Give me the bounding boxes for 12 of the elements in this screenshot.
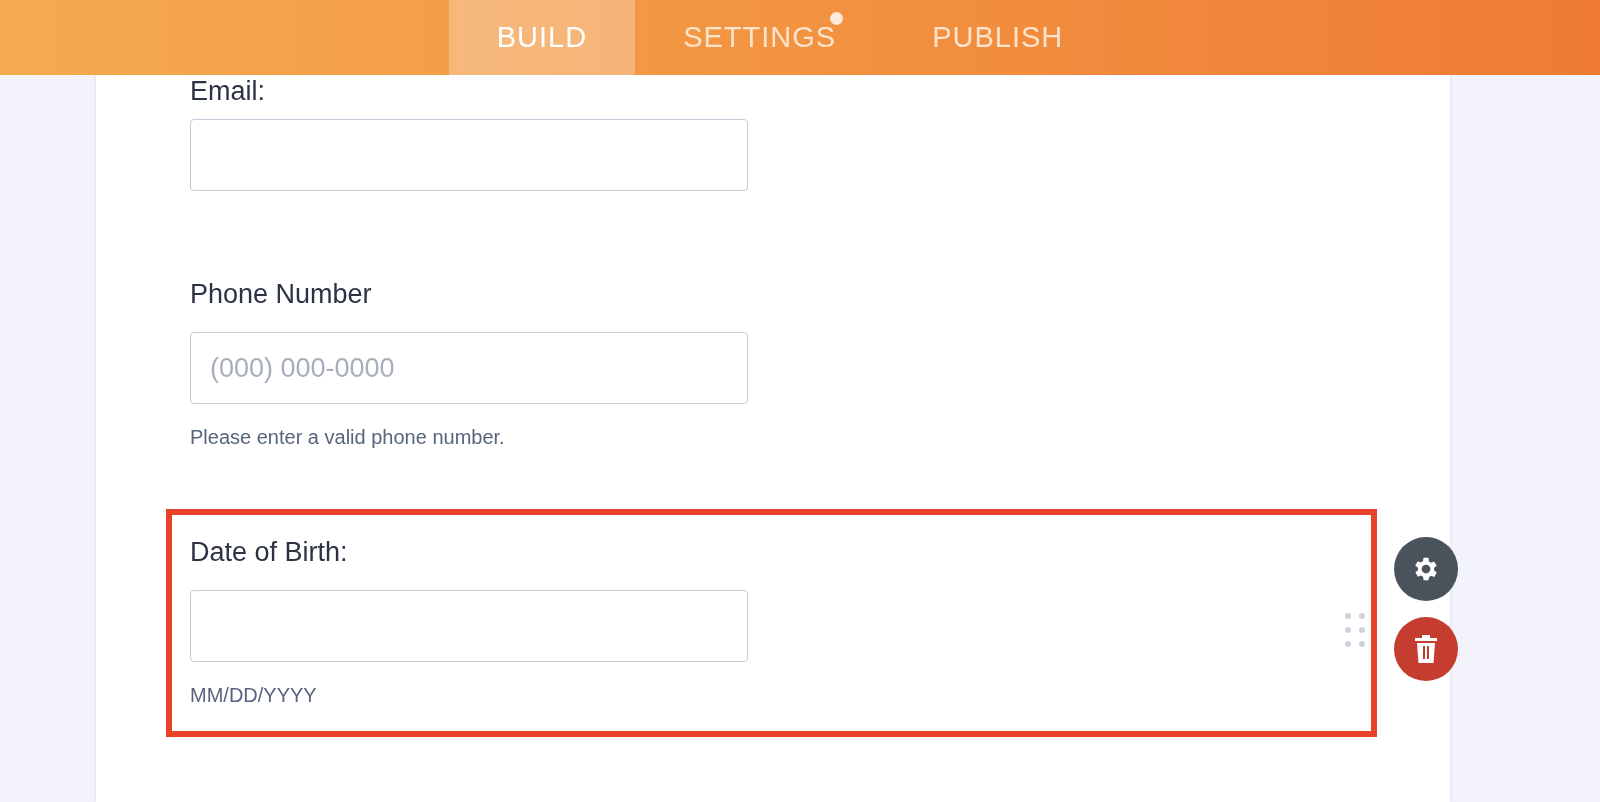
form-field[interactable]: Phone Number (000) 000-0000 Please enter a valid phone number.: [166, 251, 1377, 479]
field-label: Date of Birth:: [190, 537, 349, 568]
field-hint: MM/DD/YYYY: [190, 684, 318, 707]
field-label: Email:: [190, 76, 266, 107]
trash-icon: [1414, 635, 1438, 663]
input-field[interactable]: [190, 119, 748, 191]
drag-handle-icon[interactable]: [1345, 613, 1365, 647]
input-field[interactable]: [190, 590, 748, 662]
field-hint: Please enter a valid phone number.: [190, 426, 506, 449]
input-field[interactable]: (000) 000-0000: [190, 332, 748, 404]
form-field[interactable]: Email:: [166, 76, 1377, 221]
field-label: Phone Number: [190, 279, 373, 310]
